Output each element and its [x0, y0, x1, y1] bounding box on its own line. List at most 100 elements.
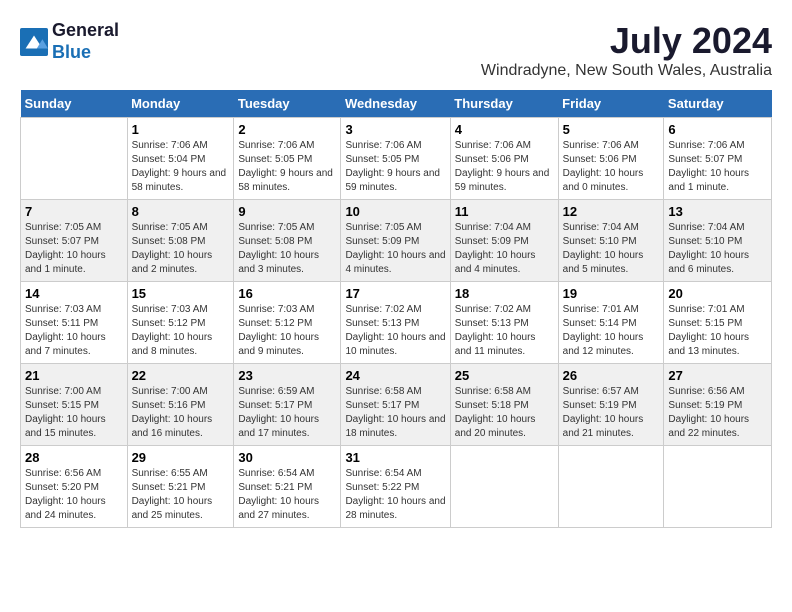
week-row-5: 28 Sunrise: 6:56 AMSunset: 5:20 PMDayligh… [21, 446, 772, 528]
subtitle: Windradyne, New South Wales, Australia [481, 62, 772, 80]
day-number: 7 [25, 204, 123, 219]
column-header-sunday: Sunday [21, 90, 128, 118]
day-cell: 6 Sunrise: 7:06 AMSunset: 5:07 PMDaylight… [664, 118, 772, 200]
day-number: 19 [563, 286, 660, 301]
logo-icon [20, 28, 48, 56]
day-detail: Sunrise: 6:54 AMSunset: 5:22 PMDaylight:… [345, 467, 445, 523]
day-cell: 19 Sunrise: 7:01 AMSunset: 5:14 PMDayligh… [558, 282, 664, 364]
day-number: 17 [345, 286, 445, 301]
logo-line2: Blue [52, 42, 119, 64]
day-detail: Sunrise: 7:05 AMSunset: 5:09 PMDaylight:… [345, 221, 445, 277]
day-number: 5 [563, 122, 660, 137]
day-detail: Sunrise: 6:57 AMSunset: 5:19 PMDaylight:… [563, 385, 660, 441]
day-number: 13 [668, 204, 767, 219]
column-header-wednesday: Wednesday [341, 90, 450, 118]
day-number: 11 [455, 204, 554, 219]
day-detail: Sunrise: 6:58 AMSunset: 5:18 PMDaylight:… [455, 385, 554, 441]
day-detail: Sunrise: 7:06 AMSunset: 5:05 PMDaylight:… [345, 139, 445, 195]
week-row-1: 1Sunrise: 7:06 AMSunset: 5:04 PMDaylight… [21, 118, 772, 200]
day-cell: 14 Sunrise: 7:03 AMSunset: 5:11 PMDayligh… [21, 282, 128, 364]
day-number: 24 [345, 368, 445, 383]
day-number: 4 [455, 122, 554, 137]
day-detail: Sunrise: 6:54 AMSunset: 5:21 PMDaylight:… [238, 467, 336, 523]
day-cell: 29 Sunrise: 6:55 AMSunset: 5:21 PMDayligh… [127, 446, 234, 528]
day-detail: Sunrise: 7:04 AMSunset: 5:10 PMDaylight:… [563, 221, 660, 277]
day-detail: Sunrise: 6:56 AMSunset: 5:19 PMDaylight:… [668, 385, 767, 441]
day-cell: 1Sunrise: 7:06 AMSunset: 5:04 PMDaylight… [127, 118, 234, 200]
day-number: 6 [668, 122, 767, 137]
day-cell: 20 Sunrise: 7:01 AMSunset: 5:15 PMDayligh… [664, 282, 772, 364]
column-header-thursday: Thursday [450, 90, 558, 118]
day-cell [21, 118, 128, 200]
day-number: 21 [25, 368, 123, 383]
day-number: 28 [25, 450, 123, 465]
day-cell [664, 446, 772, 528]
day-detail: Sunrise: 7:01 AMSunset: 5:15 PMDaylight:… [668, 303, 767, 359]
day-number: 26 [563, 368, 660, 383]
calendar-table: SundayMondayTuesdayWednesdayThursdayFrid… [20, 90, 772, 528]
column-header-monday: Monday [127, 90, 234, 118]
day-detail: Sunrise: 7:03 AMSunset: 5:11 PMDaylight:… [25, 303, 123, 359]
day-cell: 13 Sunrise: 7:04 AMSunset: 5:10 PMDayligh… [664, 200, 772, 282]
day-detail: Sunrise: 7:00 AMSunset: 5:15 PMDaylight:… [25, 385, 123, 441]
day-number: 12 [563, 204, 660, 219]
day-cell: 10Sunrise: 7:05 AMSunset: 5:09 PMDayligh… [341, 200, 450, 282]
day-number: 22 [132, 368, 230, 383]
day-number: 16 [238, 286, 336, 301]
day-number: 14 [25, 286, 123, 301]
day-number: 20 [668, 286, 767, 301]
day-cell: 17Sunrise: 7:02 AMSunset: 5:13 PMDayligh… [341, 282, 450, 364]
day-number: 2 [238, 122, 336, 137]
day-number: 15 [132, 286, 230, 301]
day-cell: 7 Sunrise: 7:05 AMSunset: 5:07 PMDaylight… [21, 200, 128, 282]
day-cell: 22 Sunrise: 7:00 AMSunset: 5:16 PMDayligh… [127, 364, 234, 446]
day-cell: 21 Sunrise: 7:00 AMSunset: 5:15 PMDayligh… [21, 364, 128, 446]
day-number: 8 [132, 204, 230, 219]
day-cell: 2 Sunrise: 7:06 AMSunset: 5:05 PMDaylight… [234, 118, 341, 200]
day-cell: 5 Sunrise: 7:06 AMSunset: 5:06 PMDaylight… [558, 118, 664, 200]
main-title: July 2024 [481, 20, 772, 62]
day-number: 31 [345, 450, 445, 465]
day-cell: 24 Sunrise: 6:58 AMSunset: 5:17 PMDayligh… [341, 364, 450, 446]
day-cell: 16 Sunrise: 7:03 AMSunset: 5:12 PMDayligh… [234, 282, 341, 364]
day-detail: Sunrise: 7:04 AMSunset: 5:09 PMDaylight:… [455, 221, 554, 277]
day-detail: Sunrise: 7:02 AMSunset: 5:13 PMDaylight:… [455, 303, 554, 359]
day-detail: Sunrise: 7:06 AMSunset: 5:07 PMDaylight:… [668, 139, 767, 195]
day-cell: 9Sunrise: 7:05 AMSunset: 5:08 PMDaylight… [234, 200, 341, 282]
column-header-tuesday: Tuesday [234, 90, 341, 118]
day-number: 29 [132, 450, 230, 465]
column-header-saturday: Saturday [664, 90, 772, 118]
day-detail: Sunrise: 7:06 AMSunset: 5:06 PMDaylight:… [455, 139, 554, 195]
day-detail: Sunrise: 6:58 AMSunset: 5:17 PMDaylight:… [345, 385, 445, 441]
day-cell: 28 Sunrise: 6:56 AMSunset: 5:20 PMDayligh… [21, 446, 128, 528]
day-detail: Sunrise: 7:04 AMSunset: 5:10 PMDaylight:… [668, 221, 767, 277]
column-header-friday: Friday [558, 90, 664, 118]
day-detail: Sunrise: 7:05 AMSunset: 5:07 PMDaylight:… [25, 221, 123, 277]
day-number: 3 [345, 122, 445, 137]
day-number: 23 [238, 368, 336, 383]
week-row-2: 7 Sunrise: 7:05 AMSunset: 5:07 PMDaylight… [21, 200, 772, 282]
day-cell: 25 Sunrise: 6:58 AMSunset: 5:18 PMDayligh… [450, 364, 558, 446]
day-number: 18 [455, 286, 554, 301]
day-detail: Sunrise: 7:03 AMSunset: 5:12 PMDaylight:… [238, 303, 336, 359]
header: General Blue July 2024 Windradyne, New S… [20, 20, 772, 80]
day-cell: 31 Sunrise: 6:54 AMSunset: 5:22 PMDayligh… [341, 446, 450, 528]
day-cell: 27Sunrise: 6:56 AMSunset: 5:19 PMDayligh… [664, 364, 772, 446]
day-detail: Sunrise: 6:55 AMSunset: 5:21 PMDaylight:… [132, 467, 230, 523]
day-number: 25 [455, 368, 554, 383]
day-number: 1 [132, 122, 230, 137]
day-detail: Sunrise: 6:59 AMSunset: 5:17 PMDaylight:… [238, 385, 336, 441]
day-detail: Sunrise: 7:00 AMSunset: 5:16 PMDaylight:… [132, 385, 230, 441]
day-detail: Sunrise: 7:06 AMSunset: 5:05 PMDaylight:… [238, 139, 336, 195]
day-cell: 26 Sunrise: 6:57 AMSunset: 5:19 PMDayligh… [558, 364, 664, 446]
day-detail: Sunrise: 7:06 AMSunset: 5:06 PMDaylight:… [563, 139, 660, 195]
day-cell: 30 Sunrise: 6:54 AMSunset: 5:21 PMDayligh… [234, 446, 341, 528]
day-number: 9 [238, 204, 336, 219]
day-detail: Sunrise: 7:05 AMSunset: 5:08 PMDaylight:… [132, 221, 230, 277]
day-cell [558, 446, 664, 528]
day-cell: 4 Sunrise: 7:06 AMSunset: 5:06 PMDaylight… [450, 118, 558, 200]
day-detail: Sunrise: 6:56 AMSunset: 5:20 PMDaylight:… [25, 467, 123, 523]
day-cell: 3 Sunrise: 7:06 AMSunset: 5:05 PMDaylight… [341, 118, 450, 200]
day-detail: Sunrise: 7:01 AMSunset: 5:14 PMDaylight:… [563, 303, 660, 359]
day-number: 30 [238, 450, 336, 465]
